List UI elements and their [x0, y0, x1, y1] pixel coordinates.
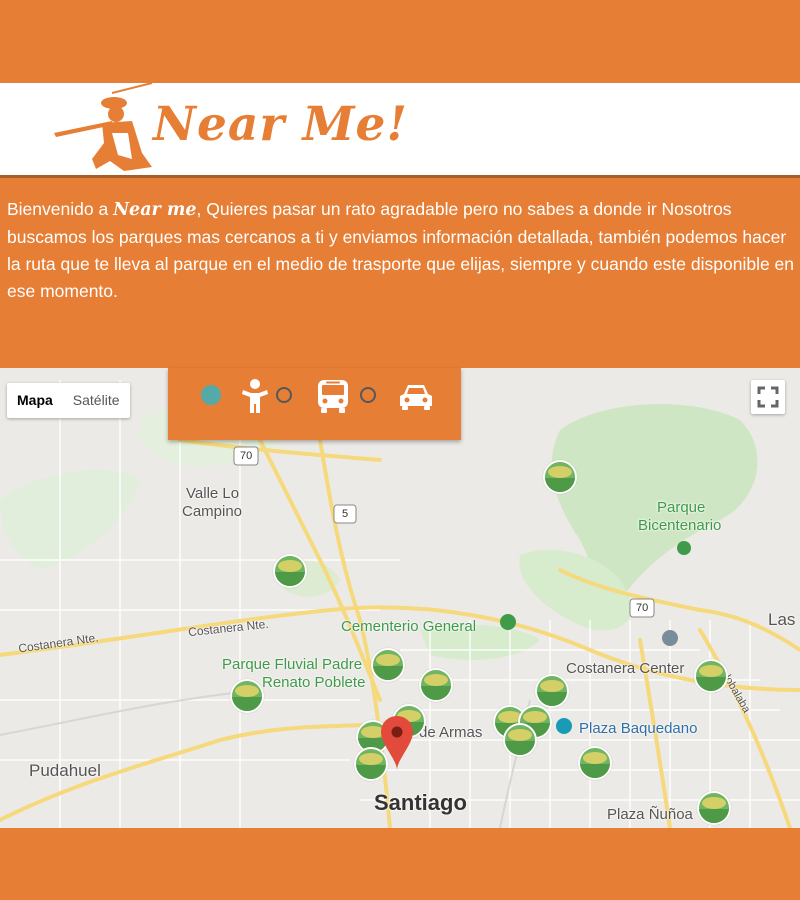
park-pin[interactable]	[543, 460, 577, 494]
map-type-map-button[interactable]: Mapa	[7, 383, 63, 418]
map-label-valle2: Campino	[182, 503, 243, 520]
person-icon	[242, 379, 268, 413]
transport-mode-selector	[168, 368, 461, 440]
map-label-las: Las	[768, 610, 796, 629]
map-type-satellite-button[interactable]: Satélite	[63, 383, 130, 418]
park-pin[interactable]	[503, 723, 537, 757]
bus-icon	[318, 380, 348, 413]
map-label-fluvial: Parque Fluvial Padre	[222, 656, 363, 673]
map-label-hw70a: 70	[240, 450, 253, 462]
map-label-pudahuel: Pudahuel	[29, 761, 101, 780]
walk-radio[interactable]	[201, 385, 221, 405]
park-pin[interactable]	[419, 668, 453, 702]
map-label-costanera-center: Costanera Center	[566, 660, 685, 677]
park-pin[interactable]	[697, 791, 731, 825]
map-label-cementerio: Cementerio General	[341, 618, 477, 635]
map-label-armas: de Armas	[419, 724, 483, 741]
map-type-control: Mapa Satélite	[7, 383, 130, 418]
map-label-santiago: Santiago	[374, 790, 467, 815]
map-label-parque-bicentenario-2: Bicentenario	[638, 517, 722, 534]
fullscreen-button[interactable]	[751, 380, 785, 414]
intro-brand: Near me	[113, 200, 197, 220]
map-label-fluvial-2: Renato Poblete	[262, 674, 366, 691]
location-marker-icon[interactable]	[381, 716, 413, 770]
park-pin[interactable]	[535, 674, 569, 708]
park-pin[interactable]	[371, 648, 405, 682]
park-pin[interactable]	[578, 746, 612, 780]
car-icon	[400, 385, 432, 410]
map-label-parque-bicentenario: Parque	[657, 499, 706, 516]
map-label-valle: Valle Lo	[186, 485, 240, 502]
fullscreen-icon	[757, 386, 779, 408]
park-pin[interactable]	[230, 679, 264, 713]
logo-text: Near Me!	[153, 97, 409, 152]
site-header: Near Me!	[0, 83, 800, 178]
car-radio[interactable]	[360, 387, 376, 403]
park-pin[interactable]	[273, 554, 307, 588]
map-label-nunoa: Plaza Ñuñoa	[607, 806, 693, 823]
bus-radio[interactable]	[276, 387, 292, 403]
map-label-hw5: 5	[342, 508, 349, 520]
park-pin[interactable]	[694, 659, 728, 693]
map-label-hw70b: 70	[636, 602, 649, 614]
intro-text: Bienvenido a Near me, Quieres pasar un r…	[7, 199, 795, 301]
map-label-baquedano: Plaza Baquedano	[579, 720, 698, 737]
hunter-logo-icon	[54, 83, 153, 171]
